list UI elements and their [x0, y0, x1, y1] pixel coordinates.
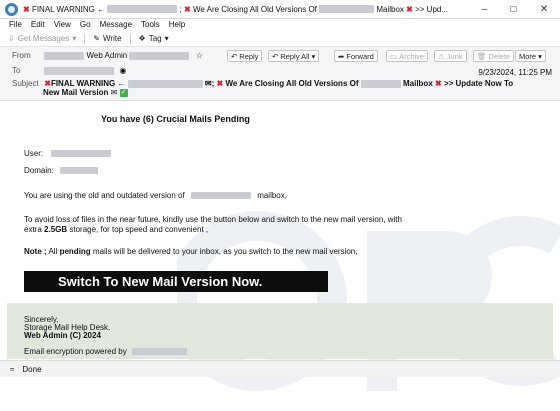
- status-text: Done: [22, 364, 42, 374]
- menu-bar: File Edit View Go Message Tools Help: [0, 18, 560, 31]
- forward-icon: ➦: [338, 51, 345, 61]
- envelope-icon: ✉: [204, 79, 212, 88]
- redacted-block: [51, 150, 112, 158]
- old-version-line: You are using the old and outdated versi…: [24, 191, 287, 200]
- more-button[interactable]: More ▾: [515, 50, 546, 62]
- web-admin-text: Web Admin (C) 2024: [24, 331, 101, 340]
- message-date: 9/23/2024, 11:25 PM: [478, 68, 552, 77]
- trash-icon: 🗑: [477, 51, 487, 61]
- menu-message[interactable]: Message: [100, 20, 132, 29]
- from-name[interactable]: Web Admin: [86, 51, 127, 60]
- wifi-icon: ≈: [10, 364, 15, 374]
- window-controls: – □ ✕: [470, 4, 560, 15]
- red-x-icon: ✖: [435, 79, 442, 88]
- title-rest: We Are Closing All Old Versions Of: [192, 4, 317, 14]
- maximize-icon[interactable]: □: [511, 4, 517, 15]
- redacted-block: [44, 51, 85, 60]
- redacted-block: [131, 348, 187, 356]
- write-label: Write: [103, 34, 122, 43]
- chevron-down-icon: ▾: [164, 34, 169, 43]
- user-line: User:: [24, 149, 112, 158]
- redacted-block: [129, 51, 190, 60]
- pencil-icon: ✎: [93, 34, 100, 43]
- chevron-down-icon: ▾: [538, 51, 542, 61]
- get-messages-label: Get Messages: [17, 34, 70, 43]
- avoid-paragraph: To avoid loss of files in the near futur…: [24, 215, 402, 234]
- minimize-icon[interactable]: –: [482, 4, 488, 15]
- toolbar-separator: [129, 33, 131, 44]
- redacted-block: [127, 79, 203, 88]
- delete-button[interactable]: 🗑 Delete: [473, 50, 515, 62]
- archive-button[interactable]: ▭ Archive: [386, 50, 429, 62]
- title-suffix: Mailbox: [376, 4, 404, 14]
- redacted-block: [107, 5, 178, 14]
- star-icon[interactable]: ☆: [196, 51, 203, 60]
- reply-all-icon: ↶: [272, 51, 279, 61]
- window-title: ✖ FINAL WARNING ← ; ✖ We Are Closing All…: [23, 5, 470, 14]
- menu-tools[interactable]: Tools: [141, 20, 160, 29]
- redacted-block: [360, 79, 401, 88]
- window-titlebar: ✖ FINAL WARNING ← ; ✖ We Are Closing All…: [0, 0, 560, 19]
- status-bar: ≈ Done: [0, 360, 560, 377]
- subject-label: Subject: [12, 79, 39, 88]
- write-button[interactable]: ✎ Write: [93, 34, 121, 43]
- contact-icon[interactable]: ◉: [119, 66, 126, 75]
- chevron-down-icon: ▾: [311, 51, 316, 61]
- menu-go[interactable]: Go: [80, 20, 91, 29]
- message-header: From Web Admin ☆ ↶ Reply ↶ Reply All ▾ ➦ For…: [0, 47, 560, 101]
- redacted-block: [60, 167, 99, 175]
- chevron-down-icon: ▾: [72, 34, 77, 43]
- junk-icon: ⚠: [438, 51, 445, 61]
- archive-icon: ▭: [390, 51, 398, 61]
- switch-now-button[interactable]: Switch To New Mail Version Now.: [24, 271, 328, 292]
- menu-help[interactable]: Help: [169, 20, 185, 29]
- envelope-icon: ✉: [110, 88, 118, 97]
- checkmark-icon: ✓: [119, 88, 128, 97]
- forward-button[interactable]: ➦ Forward: [334, 50, 378, 62]
- to-label: To: [12, 66, 21, 75]
- title-prefix: FINAL WARNING ←: [31, 4, 106, 14]
- tag-label: Tag: [148, 34, 162, 43]
- menu-file[interactable]: File: [9, 20, 22, 29]
- red-x-icon: ✖: [44, 79, 51, 88]
- reply-button[interactable]: ↶ Reply: [227, 50, 263, 62]
- title-end: >> Upd...: [415, 4, 449, 14]
- reply-all-button[interactable]: ↶ Reply All ▾: [268, 50, 320, 62]
- main-toolbar: ⇩ Get Messages ▾ ✎ Write ❖ Tag ▾: [0, 31, 560, 47]
- email-headline: You have (6) Crucial Mails Pending: [101, 114, 250, 124]
- thunderbird-icon: [5, 2, 18, 16]
- junk-button[interactable]: ⚠ Junk: [434, 50, 467, 62]
- email-footer: Sincerely, Storage Mail Help Desk. Web A…: [7, 303, 553, 359]
- red-x-icon: ✖: [23, 4, 30, 14]
- menu-view[interactable]: View: [54, 20, 71, 29]
- note-line: Note ; All pending mails will be deliver…: [24, 247, 358, 256]
- red-x-icon: ✖: [406, 4, 413, 14]
- tag-icon: ❖: [138, 34, 146, 43]
- download-icon: ⇩: [8, 34, 15, 43]
- to-row: To ◉: [12, 66, 126, 75]
- from-label: From: [12, 51, 31, 60]
- close-icon[interactable]: ✕: [540, 4, 548, 15]
- menu-edit[interactable]: Edit: [31, 20, 45, 29]
- redacted-block: [190, 192, 251, 200]
- from-row: From Web Admin ☆: [12, 51, 203, 60]
- tag-button[interactable]: ❖ Tag ▾: [139, 34, 169, 43]
- toolbar-separator: [84, 33, 86, 44]
- redacted-block: [44, 66, 115, 75]
- get-messages-button[interactable]: ⇩ Get Messages ▾: [8, 34, 76, 43]
- email-body: You have (6) Crucial Mails Pending User:…: [7, 101, 560, 391]
- subject-row-2: New Mail Version ✉ ✓: [43, 88, 128, 97]
- domain-line: Domain:: [24, 166, 99, 175]
- reply-icon: ↶: [231, 51, 238, 61]
- red-x-icon: ✖: [184, 4, 191, 14]
- encryption-line: Email encryption powered by: [24, 347, 187, 356]
- redacted-block: [319, 5, 375, 14]
